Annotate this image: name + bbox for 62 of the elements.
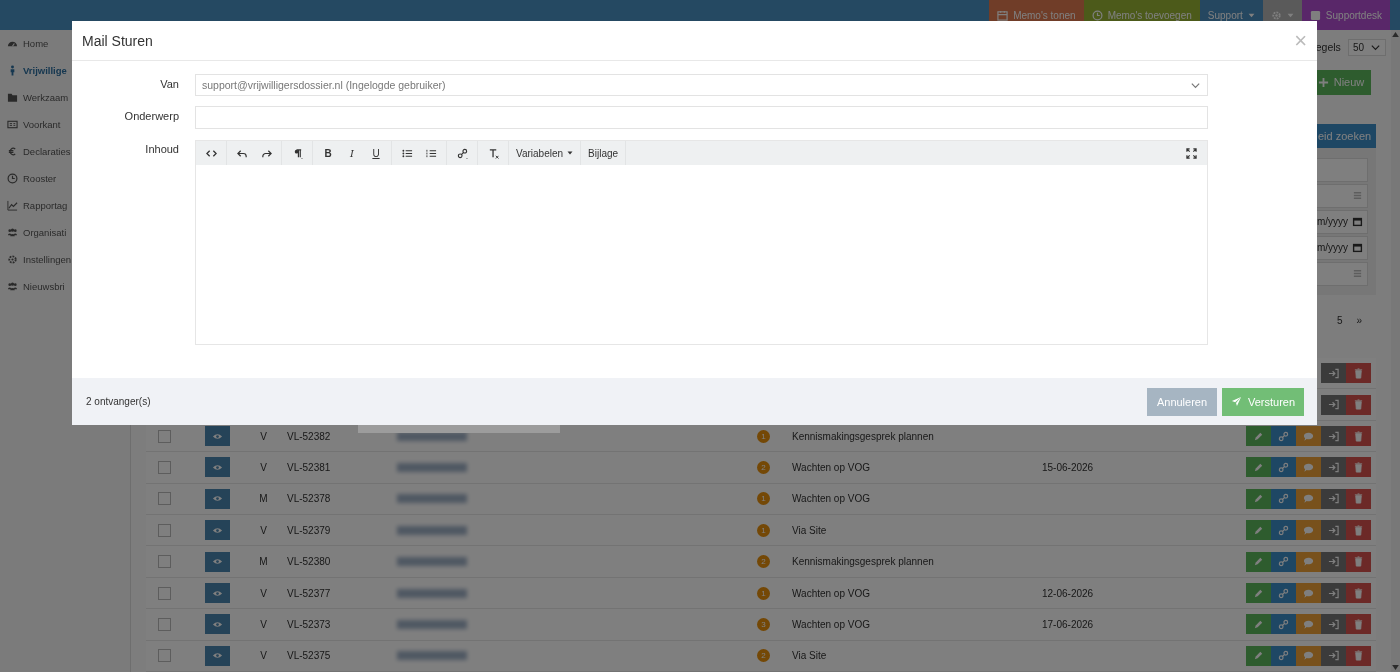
- field-label: Onderwerp: [123, 109, 179, 124]
- modal-title: Mail Sturen: [82, 32, 153, 49]
- cancel-button[interactable]: Annuleren: [1147, 387, 1217, 416]
- sidebar-item[interactable]: Nieuwsbri: [0, 273, 130, 300]
- table-cell: V: [260, 461, 267, 473]
- recipient-count: 2 ontvanger(s): [86, 396, 151, 407]
- table-cell: M: [259, 556, 268, 568]
- field-label: Inhoud: [144, 142, 179, 157]
- table-cell: VL-52379: [287, 524, 331, 536]
- sidebar-item[interactable]: Declaraties: [0, 138, 130, 165]
- table-cell: Kennismakingsgesprek plannen: [792, 430, 934, 442]
- italic-button[interactable]: I: [340, 142, 364, 164]
- table-cell: V: [260, 650, 267, 662]
- table-cell: V: [260, 618, 267, 630]
- table-cell: VL-52381: [287, 461, 331, 473]
- table-cell: V: [260, 430, 267, 442]
- sidebar-item[interactable]: Rapportag: [0, 192, 130, 219]
- count-badge: 2: [757, 555, 770, 569]
- table-cell: 12-06-2026: [1042, 587, 1094, 599]
- table-cell: Via Site: [792, 524, 827, 536]
- table-cell: VL-52375: [287, 650, 331, 662]
- rows-label: egels: [1315, 41, 1341, 54]
- sidebar-item[interactable]: Instellingen: [0, 246, 130, 273]
- table-cell: M: [259, 493, 268, 505]
- count-badge: 3: [757, 617, 770, 631]
- bold-button[interactable]: B: [316, 142, 340, 164]
- count-badge: 1: [757, 523, 770, 537]
- sidebar-item[interactable]: Werkzaam: [0, 84, 130, 111]
- table-cell: VL-52373: [287, 618, 331, 630]
- table-cell: Wachten op VOG: [792, 461, 870, 473]
- attachment-button[interactable]: Bijlage: [584, 142, 623, 164]
- sidebar-item[interactable]: Vrijwillige: [0, 57, 130, 84]
- table-cell: VL-52380: [287, 556, 331, 568]
- table-cell: Via Site: [792, 650, 827, 662]
- nav-button[interactable]: Supportdesk: [1301, 0, 1390, 30]
- table-cell: Wachten op VOG: [792, 618, 870, 630]
- count-badge: 1: [757, 429, 770, 443]
- underline-button[interactable]: U: [364, 142, 388, 164]
- count-badge: 2: [757, 649, 770, 663]
- sender-select[interactable]: support@vrijwilligersdossier.nl (Ingelogde gebruiker): [195, 74, 1208, 96]
- count-badge: 1: [757, 492, 770, 506]
- table-cell: VL-52378: [287, 493, 331, 505]
- sidebar-item[interactable]: Rooster: [0, 165, 130, 192]
- table-cell: 17-06-2026: [1042, 618, 1094, 630]
- table-cell: V: [260, 587, 267, 599]
- table-cell: 15-06-2026: [1042, 461, 1094, 473]
- field-label: Van: [159, 77, 179, 92]
- table-cell: VL-52382: [287, 430, 331, 442]
- table-cell: Kennismakingsgesprek plannen: [792, 556, 934, 568]
- count-badge: 2: [757, 460, 770, 474]
- table-cell: Wachten op VOG: [792, 587, 870, 599]
- table-cell: Wachten op VOG: [792, 493, 870, 505]
- close-button[interactable]: ×: [1294, 29, 1307, 52]
- page-link[interactable]: 5: [1336, 314, 1343, 326]
- count-badge: 1: [757, 586, 770, 600]
- table-cell: VL-52377: [287, 587, 331, 599]
- sidebar-item[interactable]: Organisati: [0, 219, 130, 246]
- table-cell: V: [260, 524, 267, 536]
- next-page-link[interactable]: »: [1356, 314, 1362, 326]
- send-button[interactable]: Versturen: [1222, 387, 1304, 416]
- rows-select[interactable]: 50: [1347, 38, 1386, 56]
- variables-dropdown[interactable]: Variabelen: [512, 142, 578, 164]
